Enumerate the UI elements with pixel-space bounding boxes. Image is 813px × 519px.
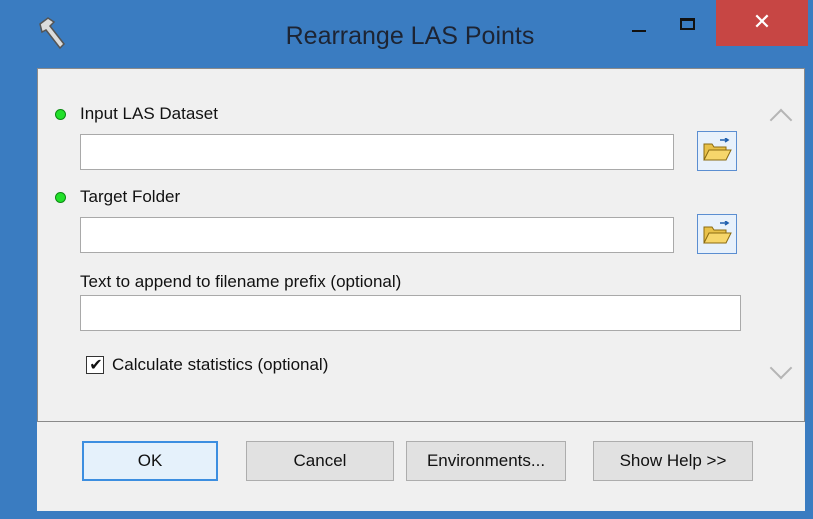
prefix-text-field[interactable] bbox=[80, 295, 741, 331]
dialog-window: Rearrange LAS Points ✕ Input LAS Dataset bbox=[0, 0, 813, 519]
prefix-text-label: Text to append to filename prefix (optio… bbox=[80, 272, 402, 291]
title-bar[interactable]: Rearrange LAS Points ✕ bbox=[0, 0, 813, 68]
browse-input-las-button[interactable] bbox=[697, 131, 737, 171]
parameters-panel: Input LAS Dataset Target Folder Text to … bbox=[37, 68, 805, 422]
maximize-button[interactable] bbox=[670, 0, 704, 44]
scroll-down-button[interactable] bbox=[759, 356, 804, 390]
close-button[interactable]: ✕ bbox=[716, 0, 808, 46]
calculate-statistics-checkbox[interactable]: ✔ bbox=[86, 355, 104, 374]
browse-target-folder-button[interactable] bbox=[697, 214, 737, 254]
dialog-client-area: Input LAS Dataset Target Folder Text to … bbox=[37, 68, 805, 511]
open-folder-icon bbox=[703, 221, 732, 244]
checkmark-icon: ✔ bbox=[89, 355, 103, 374]
chevron-down-icon bbox=[769, 356, 793, 380]
required-indicator-icon bbox=[55, 109, 66, 120]
close-icon: ✕ bbox=[752, 10, 772, 35]
input-las-dataset-field[interactable] bbox=[80, 134, 674, 170]
required-indicator-icon bbox=[55, 192, 66, 203]
hammer-icon bbox=[39, 17, 65, 50]
vertical-scrollbar[interactable] bbox=[759, 70, 804, 420]
environments-button[interactable]: Environments... bbox=[406, 441, 566, 481]
target-folder-label: Target Folder bbox=[80, 187, 181, 206]
minimize-button[interactable] bbox=[622, 0, 652, 44]
open-folder-icon bbox=[703, 138, 732, 161]
minimize-icon bbox=[632, 30, 646, 32]
cancel-button[interactable]: Cancel bbox=[246, 441, 394, 481]
window-title: Rearrange LAS Points bbox=[285, 22, 535, 50]
calculate-statistics-label[interactable]: Calculate statistics (optional) bbox=[112, 355, 328, 375]
show-help-button[interactable]: Show Help >> bbox=[593, 441, 753, 481]
input-las-dataset-label: Input LAS Dataset bbox=[80, 104, 218, 123]
maximize-icon bbox=[680, 18, 695, 30]
target-folder-field[interactable] bbox=[80, 217, 674, 253]
chevron-up-icon bbox=[769, 108, 793, 132]
scroll-up-button[interactable] bbox=[759, 100, 804, 132]
ok-button[interactable]: OK bbox=[82, 441, 218, 481]
